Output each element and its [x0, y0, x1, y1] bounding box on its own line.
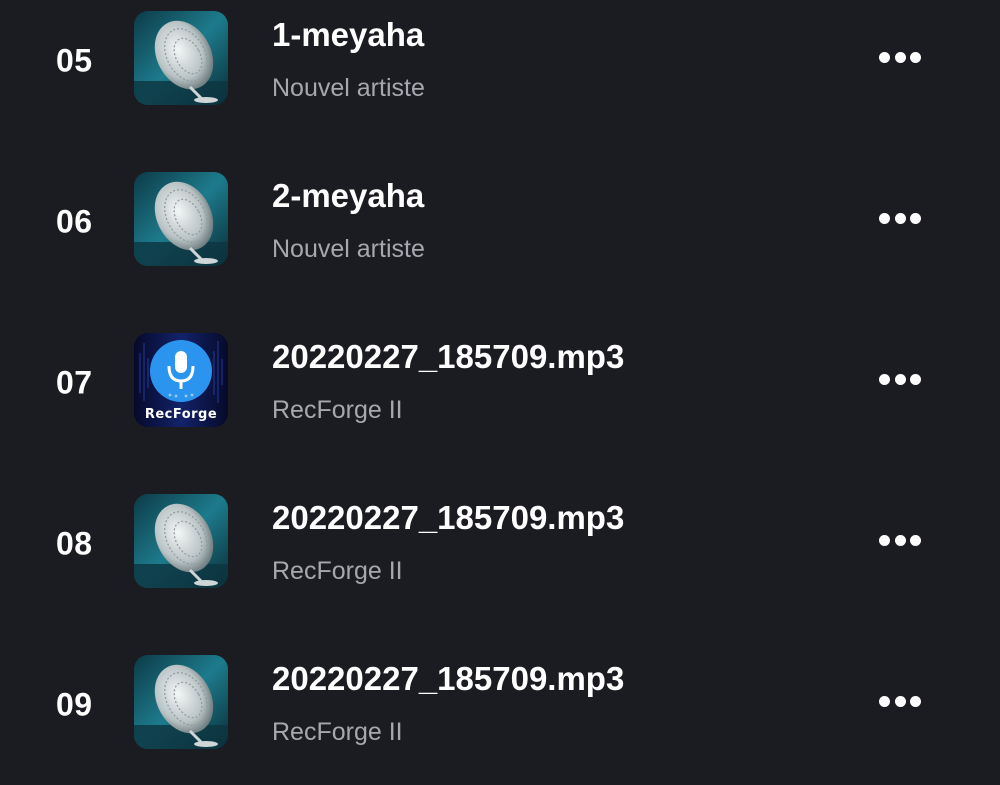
track-number: 08: [56, 525, 93, 561]
more-horizontal-icon: [879, 695, 890, 707]
more-horizontal-icon: [879, 212, 890, 224]
more-options-button[interactable]: [874, 42, 926, 72]
track-row[interactable]: 08 20220227_185709.mp3 RecForge II: [0, 463, 1000, 624]
speaker-album-art: [134, 655, 228, 749]
more-dot: [894, 212, 906, 224]
track-title: 1-meyaha: [272, 16, 425, 53]
track-subtitle: Nouvel artiste: [272, 235, 425, 263]
track-subtitle: Nouvel artiste: [272, 74, 425, 102]
more-horizontal-icon: [879, 534, 890, 546]
more-options-button[interactable]: [874, 525, 926, 555]
recforge-app-icon: RecForge: [134, 333, 228, 427]
track-subtitle: RecForge II: [272, 718, 403, 746]
track-number: 09: [56, 686, 93, 722]
track-row[interactable]: 07 RecForge 20220227_185709.mp3 RecForge…: [0, 302, 1000, 463]
more-dot: [894, 373, 906, 385]
track-list: 05 1-meyaha Nouvel artiste 06 2-meyaha N…: [0, 0, 1000, 750]
track-subtitle: RecForge II: [272, 396, 403, 424]
more-dot: [894, 51, 906, 63]
more-dot: [894, 534, 906, 546]
more-options-button[interactable]: [874, 364, 926, 394]
track-title: 2-meyaha: [272, 177, 425, 214]
speaker-album-art: [134, 11, 228, 105]
track-subtitle: RecForge II: [272, 557, 403, 585]
more-dot: [894, 695, 906, 707]
more-horizontal-icon: [879, 51, 890, 63]
track-row[interactable]: 09 20220227_185709.mp3 RecForge II: [0, 624, 1000, 785]
track-title: 20220227_185709.mp3: [272, 338, 625, 375]
recforge-logo-text: RecForge: [144, 407, 218, 422]
track-number: 05: [56, 42, 93, 78]
track-number: 07: [56, 364, 93, 400]
speaker-album-art: [134, 494, 228, 588]
more-dot: [910, 534, 921, 546]
more-dot: [910, 212, 921, 224]
more-options-button[interactable]: [874, 203, 926, 233]
more-dot: [910, 51, 921, 63]
track-row[interactable]: 05 1-meyaha Nouvel artiste: [0, 0, 1000, 141]
track-number: 06: [56, 203, 93, 239]
more-horizontal-icon: [879, 373, 890, 385]
track-title: 20220227_185709.mp3: [272, 499, 625, 536]
track-row[interactable]: 06 2-meyaha Nouvel artiste: [0, 141, 1000, 302]
more-options-button[interactable]: [874, 686, 926, 716]
more-dot: [910, 373, 921, 385]
speaker-album-art: [134, 172, 228, 266]
more-dot: [910, 695, 921, 707]
track-title: 20220227_185709.mp3: [272, 660, 625, 697]
